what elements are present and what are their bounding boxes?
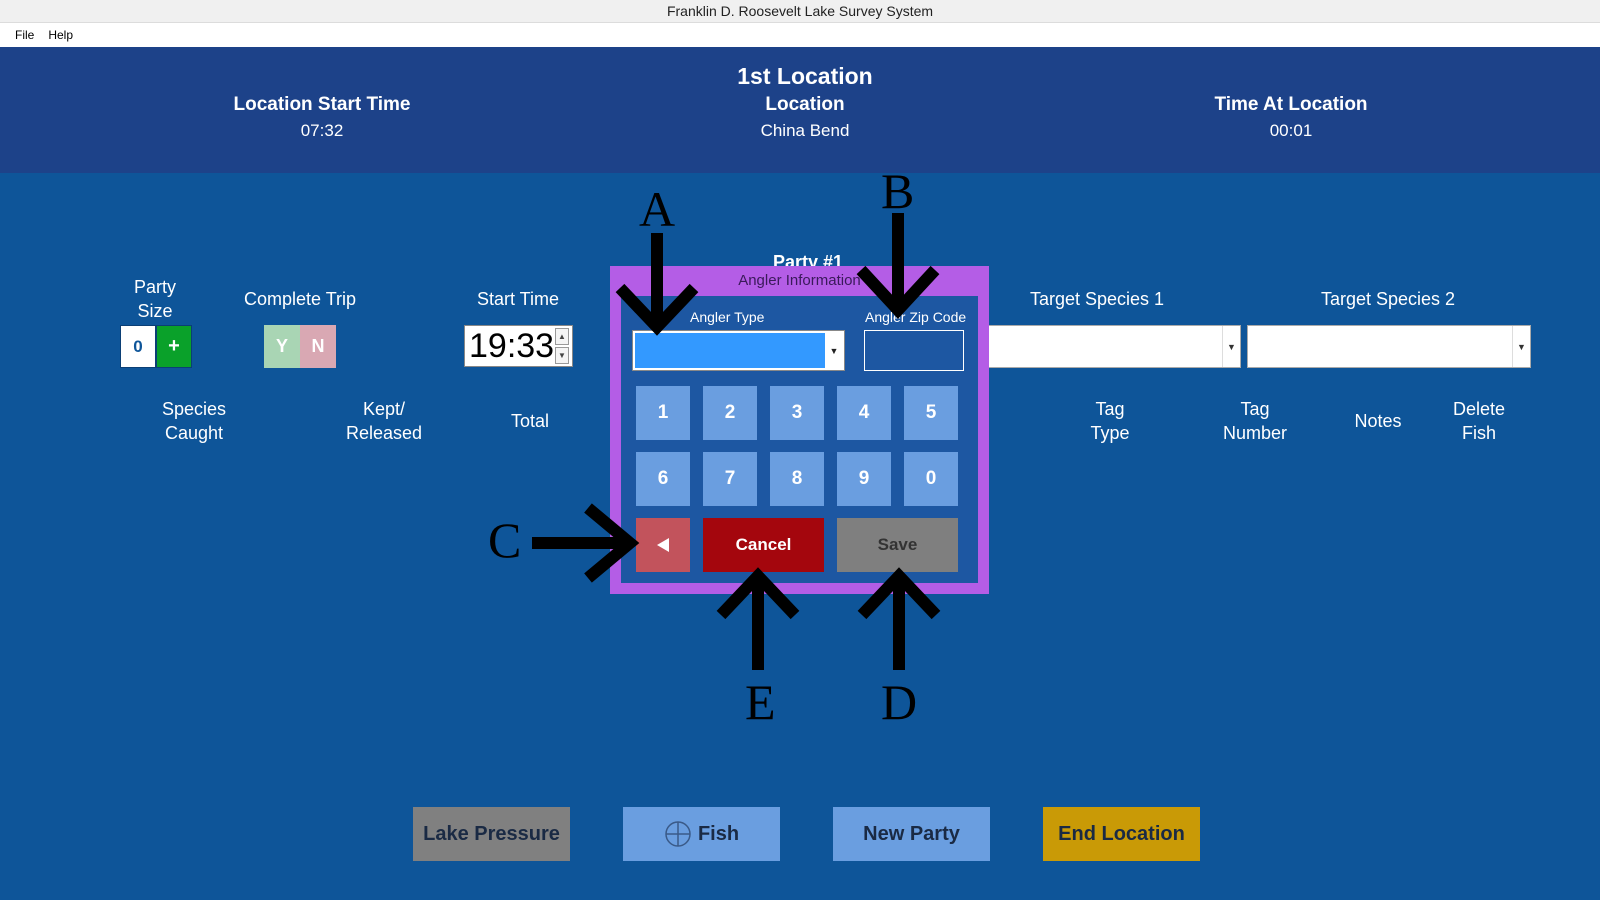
col-kept-line1: Kept/ [362, 399, 406, 419]
col-delete-line2: Fish [1461, 423, 1496, 443]
location-title: 1st Location [737, 63, 873, 89]
time-at-location: Time At Location 00:01 [1214, 94, 1367, 141]
location-start-time-value: 07:32 [300, 121, 344, 140]
key-6[interactable]: 6 [636, 452, 690, 506]
key-9[interactable]: 9 [837, 452, 891, 506]
key-3[interactable]: 3 [770, 386, 824, 440]
col-delete-line1: Delete [1452, 399, 1506, 419]
angler-zip-label: Angler Zip Code [865, 309, 967, 325]
col-total: Total [510, 411, 550, 431]
col-delete-fish: Delete Fish [1453, 397, 1505, 445]
complete-trip-label: Complete Trip [243, 289, 357, 309]
menu-file[interactable]: File [8, 28, 41, 42]
col-species-line1: Species [161, 399, 227, 419]
key-5[interactable]: 5 [904, 386, 958, 440]
location-value: China Bend [760, 121, 850, 140]
key-2[interactable]: 2 [703, 386, 757, 440]
annotation-letter-d: D [881, 674, 918, 730]
target-species-1-label: Target Species 1 [1029, 289, 1165, 309]
col-tag-type: Tag Type [1090, 397, 1129, 445]
angler-type-select[interactable]: ▼ [632, 330, 845, 371]
col-tag-number-line1: Tag [1240, 399, 1270, 419]
party-size-plus-button[interactable]: + [156, 325, 192, 368]
end-location-button[interactable]: End Location [1043, 807, 1200, 861]
start-time-value: 19:33 [469, 326, 555, 365]
new-party-button[interactable]: New Party [833, 807, 990, 861]
party-size-stepper: 0 + [120, 325, 192, 368]
col-tag-type-line1: Tag [1095, 399, 1125, 419]
key-0[interactable]: 0 [904, 452, 958, 506]
menu-help[interactable]: Help [41, 28, 80, 42]
key-8[interactable]: 8 [770, 452, 824, 506]
lake-pressure-button[interactable]: Lake Pressure [413, 807, 570, 861]
backspace-icon [657, 538, 669, 552]
party-size-value: 0 [120, 325, 156, 368]
add-fish-button[interactable]: Fish [623, 807, 780, 861]
col-kept-line2: Released [345, 423, 423, 443]
party-size-label-line1: Party [133, 277, 177, 297]
chevron-down-icon: ▼ [1222, 326, 1240, 367]
col-species-caught: Species Caught [162, 397, 226, 445]
annotation-letter-e: E [745, 674, 776, 730]
location-label: Location [765, 94, 845, 115]
col-tag-number: Tag Number [1223, 397, 1287, 445]
location-name: Location China Bend [761, 94, 850, 141]
target-species-2-select[interactable]: ▼ [1247, 325, 1531, 368]
party-size-label: Party Size [134, 275, 176, 323]
time-at-location-value: 00:01 [1269, 121, 1313, 140]
chevron-down-icon: ▼ [829, 345, 839, 356]
window-title: Franklin D. Roosevelt Lake Survey System [0, 0, 1600, 23]
angler-type-label: Angler Type [690, 309, 765, 325]
col-tag-number-line2: Number [1222, 423, 1288, 443]
angler-zip-input[interactable] [864, 330, 964, 371]
annotation-letter-c: C [488, 512, 522, 568]
angler-type-selection [635, 333, 825, 368]
time-down-icon[interactable]: ▼ [555, 347, 569, 364]
plus-circle-icon [665, 821, 691, 847]
key-7[interactable]: 7 [703, 452, 757, 506]
annotation-letter-b: B [881, 163, 915, 219]
col-tag-type-line2: Type [1090, 423, 1130, 443]
col-species-line2: Caught [164, 423, 224, 443]
cancel-button[interactable]: Cancel [703, 518, 824, 572]
backspace-button[interactable] [636, 518, 690, 572]
start-time-label: Start Time [476, 289, 560, 309]
target-species-1-select[interactable]: ▼ [987, 325, 1241, 368]
add-fish-label: Fish [697, 822, 740, 845]
party-size-label-line2: Size [137, 301, 173, 321]
key-1[interactable]: 1 [636, 386, 690, 440]
chevron-down-icon: ▼ [1512, 326, 1530, 367]
dialog-title: Angler Information [738, 272, 861, 289]
time-at-location-label: Time At Location [1214, 94, 1368, 115]
col-kept-released: Kept/ Released [346, 397, 422, 445]
complete-trip-no-button[interactable]: N [300, 325, 336, 368]
time-up-icon[interactable]: ▲ [555, 328, 569, 345]
annotation-letter-a: A [639, 181, 676, 237]
start-time-picker[interactable]: 19:33 ▲ ▼ [464, 325, 573, 367]
location-header: 1st Location Location Start Time 07:32 L… [0, 47, 1600, 173]
col-notes: Notes [1354, 411, 1402, 431]
menu-bar: File Help [0, 23, 1600, 47]
save-button[interactable]: Save [837, 518, 958, 572]
key-4[interactable]: 4 [837, 386, 891, 440]
target-species-2-label: Target Species 2 [1320, 289, 1456, 309]
location-start-time: Location Start Time 07:32 [233, 94, 410, 141]
location-start-time-label: Location Start Time [233, 94, 411, 115]
complete-trip-yes-button[interactable]: Y [264, 325, 300, 368]
